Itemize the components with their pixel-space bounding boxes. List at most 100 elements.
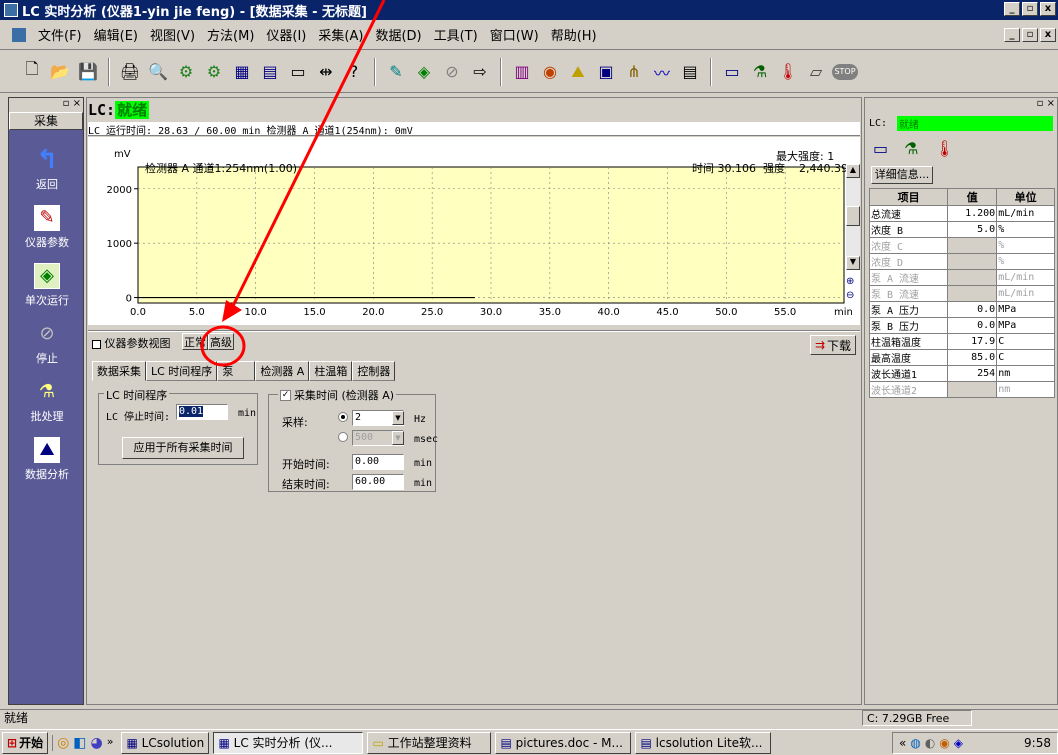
tray-expand-icon[interactable]: « [899,736,906,750]
layout-1-icon[interactable]: ▦ [230,60,254,84]
splitter[interactable] [88,330,860,332]
layout-3-icon[interactable]: ▭ [286,60,310,84]
menu-help[interactable]: 帮助(H) [551,25,597,44]
tray-security-icon[interactable]: ◈ [954,736,963,750]
column-oven-icon[interactable]: 🌡 [776,60,800,84]
menu-acquisition[interactable]: 采集(A) [318,25,363,44]
task-lcsolution-lite[interactable]: ▤ lcsolution Lite软... [635,731,772,754]
instrument-2-icon[interactable]: ⚙ [202,60,226,84]
peaks-icon[interactable]: ⋔ [622,60,646,84]
acq-time-checkbox[interactable]: ✓ [280,389,291,401]
tray-antivirus-icon[interactable]: ◉ [939,736,949,750]
tab-controller[interactable]: 控制器 [352,361,396,381]
single-run-button[interactable]: ◈ 单次运行 [9,256,85,314]
bottles-icon[interactable]: ⚗ [748,60,772,84]
normal-button[interactable]: 正常 [182,333,208,350]
quicklaunch-1-icon[interactable]: ◎ [57,735,69,751]
menu-instrument[interactable]: 仪器(I) [266,25,306,44]
tab-pump[interactable]: 泵 [217,361,256,381]
pump-icon[interactable]: ▱ [804,60,828,84]
advanced-button[interactable]: 高级 [208,333,234,350]
tray-speaker-icon[interactable]: ◐ [925,736,935,750]
menu-window[interactable]: 窗口(W) [490,25,539,44]
monitor-icon[interactable]: ▭ [720,60,744,84]
zoom-in-icon[interactable]: ⊕ [846,276,860,288]
msec-dropdown-icon[interactable]: ▼ [392,431,404,445]
detail-info-button[interactable]: 详细信息... [871,166,933,184]
taskbar: ⊞ 开始 ◎ ◧ ◕ » ▦ LCsolution ▦ LC 实时分析 (仪...… [0,729,1058,755]
menu-data[interactable]: 数据(D) [375,25,421,44]
tab-data-acquisition[interactable]: 数据采集 [92,361,146,381]
zoom-out-icon[interactable]: ⊖ [846,290,860,302]
edit-method-icon[interactable]: ✎ [384,60,408,84]
data-analysis-button[interactable]: ⛰ 数据分析 [9,430,85,488]
stop-time-input[interactable]: 0.01 [176,404,228,420]
new-file-icon[interactable]: 🗋 [20,59,44,84]
menu-view[interactable]: 视图(V) [150,25,195,44]
open-folder-icon[interactable]: 📂 [48,60,72,84]
monitor-bottles-icon[interactable]: ⚗ [904,139,918,158]
tray-network-icon[interactable]: ◍ [910,736,920,750]
stop-pump-icon[interactable]: STOP [832,63,858,80]
task-pictures-doc[interactable]: ▤ pictures.doc - M... [495,731,632,754]
param-unit: mL/min [996,269,1055,286]
menu-file[interactable]: 文件(F) [38,25,82,44]
acquisition-tab[interactable]: 采集 [9,112,83,130]
minimize-button[interactable]: _ [1004,2,1020,16]
back-button[interactable]: ↰ 返回 [9,140,85,198]
tab-column-oven[interactable]: 柱温箱 [309,361,353,381]
table-icon[interactable]: ▤ [678,60,702,84]
batch-toolbar-icon[interactable]: ▥ [510,60,534,84]
instrument-params-button[interactable]: ✎ 仪器参数 [9,198,85,256]
calibration-icon[interactable]: ◉ [538,60,562,84]
msec-radio[interactable] [338,432,348,442]
menu-edit[interactable]: 编辑(E) [94,25,138,44]
apply-all-button[interactable]: 应用于所有采集时间 [122,437,244,459]
tab-detector-a[interactable]: 检测器 A [255,361,310,381]
save-icon[interactable]: 💾 [76,60,100,84]
task-lc-realtime[interactable]: ▦ LC 实时分析 (仪... [213,731,364,754]
hz-dropdown-icon[interactable]: ▼ [392,411,404,425]
mdi-maximize-button[interactable]: ▫ [1022,28,1038,42]
split-icon[interactable]: ⇹ [314,60,338,84]
quicklaunch-3-icon[interactable]: ◕ [91,735,103,751]
monitor-screen-icon[interactable]: ▭ [873,139,888,158]
chromatogram-icon[interactable]: ⛰ [566,60,590,84]
start-button[interactable]: ⊞ 开始 [2,731,49,754]
stop-toolbar-icon[interactable]: ⊘ [440,60,464,84]
stop-button[interactable]: ⊘ 停止 [9,314,85,372]
menu-method[interactable]: 方法(M) [207,25,254,44]
tab-lc-time-program[interactable]: LC 时间程序 [146,361,218,381]
start-time-input[interactable]: 0.00 [352,454,404,470]
instrument-icon[interactable]: ⚙ [174,60,198,84]
waveform-icon[interactable]: 〰 [650,60,674,84]
monitor-oven-icon[interactable]: 🌡 [934,139,954,158]
export-icon[interactable]: ⇨ [468,60,492,84]
print-icon[interactable]: 🖨 [118,60,142,84]
chart-scroll-down[interactable]: ▼ [846,256,860,270]
single-run-toolbar-icon[interactable]: ◈ [412,60,436,84]
layout-2-icon[interactable]: ▤ [258,60,282,84]
chart-scroll-thumb[interactable] [846,206,860,226]
maximize-button[interactable]: ▫ [1022,2,1038,16]
download-button[interactable]: ⇉ 下载 [810,335,856,355]
task-folder[interactable]: ▭ 工作站整理资料 [367,731,492,754]
more-chevron-icon[interactable]: » [107,735,114,751]
quicklaunch-2-icon[interactable]: ◧ [73,735,86,751]
param-row: 最高温度 85.0 C [868,349,1055,366]
task-lcsolution[interactable]: ▦ LCsolution [121,731,210,754]
mdi-minimize-button[interactable]: _ [1004,28,1020,42]
help-icon[interactable]: ? [342,60,366,84]
monitor-panel-controls[interactable]: ▫ × [865,98,1057,112]
menu-tools[interactable]: 工具(T) [434,25,478,44]
report-icon[interactable]: ▣ [594,60,618,84]
close-button[interactable]: x [1040,2,1056,16]
assistant-bar-controls[interactable]: ▫ × [9,98,83,112]
end-time-input[interactable]: 60.00 [352,474,404,490]
print-preview-icon[interactable]: 🔍 [146,60,170,84]
hz-radio[interactable] [338,412,348,422]
chart-scrollbar-track[interactable] [846,178,860,256]
chart-scroll-up[interactable]: ▲ [846,164,860,178]
mdi-close-button[interactable]: x [1040,28,1056,42]
batch-button[interactable]: ⚗ 批处理 [9,372,85,430]
